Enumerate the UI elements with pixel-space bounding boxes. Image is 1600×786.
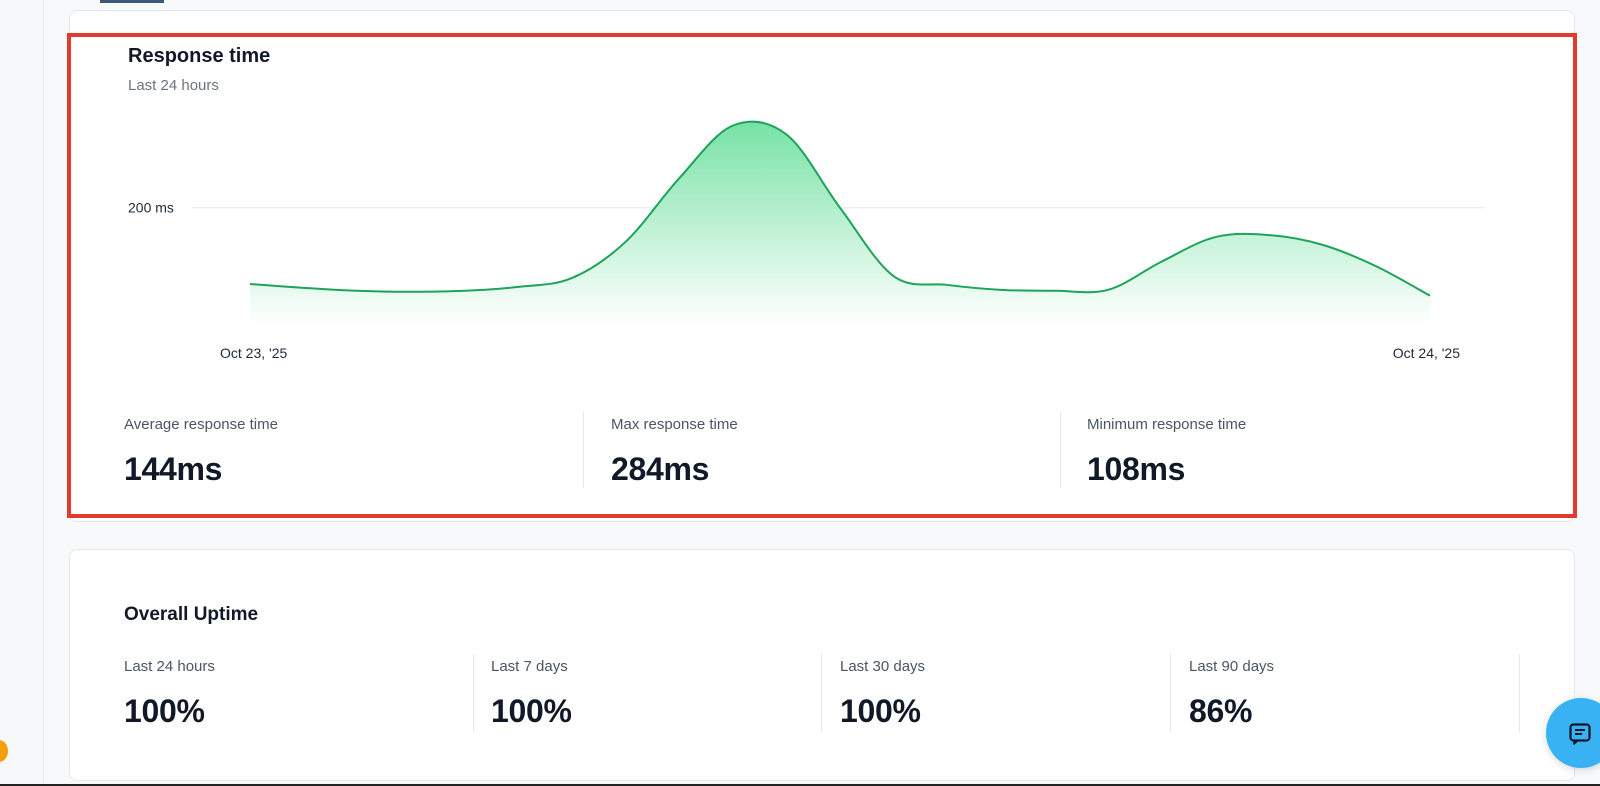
min-response-stat: Minimum response time 108ms [1087, 416, 1246, 488]
chat-icon [1569, 723, 1591, 745]
y-tick-label: 200 ms [128, 200, 174, 216]
uptime-24h-stat: Last 24 hours 100% [124, 658, 215, 730]
stat-divider [821, 654, 822, 732]
overall-uptime-card [69, 549, 1575, 781]
max-response-value: 284ms [611, 451, 710, 487]
avg-response-stat: Average response time 144ms [124, 416, 278, 488]
active-tab-indicator [100, 0, 164, 3]
uptime-90d-label: Last 90 days [1189, 658, 1275, 675]
max-response-label: Max response time [611, 416, 738, 433]
max-response-stat: Max response time 284ms [611, 416, 738, 488]
series-area [250, 121, 1430, 325]
uptime-30d-value: 100% [840, 693, 921, 729]
x-tick-label: Oct 23, '25 [220, 345, 287, 361]
uptime-30d-label: Last 30 days [840, 658, 926, 675]
min-response-value: 108ms [1087, 451, 1186, 487]
avg-response-label: Average response time [124, 416, 278, 433]
stat-divider [1170, 654, 1171, 732]
response-time-chart: 200 ms Oct 23, '25 Oct 24, '25 [128, 120, 1485, 361]
min-response-label: Minimum response time [1087, 416, 1247, 433]
uptime-7d-stat: Last 7 days 100% [491, 658, 572, 730]
response-time-title: Response time [128, 45, 271, 67]
stat-divider [1519, 654, 1520, 732]
uptime-24h-value: 100% [124, 693, 205, 729]
avg-response-value: 144ms [124, 451, 223, 487]
uptime-90d-stat: Last 90 days 86% [1189, 658, 1274, 730]
stat-divider [473, 654, 474, 732]
left-sidebar [0, 0, 44, 786]
stat-divider [583, 412, 584, 488]
uptime-7d-label: Last 7 days [491, 658, 568, 675]
x-tick-label: Oct 24, '25 [1393, 345, 1460, 361]
uptime-30d-stat: Last 30 days 100% [840, 658, 925, 730]
uptime-24h-label: Last 24 hours [124, 658, 215, 675]
uptime-90d-value: 86% [1189, 693, 1253, 729]
stat-divider [1060, 412, 1061, 488]
response-time-subtitle: Last 24 hours [128, 77, 219, 94]
uptime-7d-value: 100% [491, 693, 572, 729]
uptime-title: Overall Uptime [124, 604, 259, 625]
